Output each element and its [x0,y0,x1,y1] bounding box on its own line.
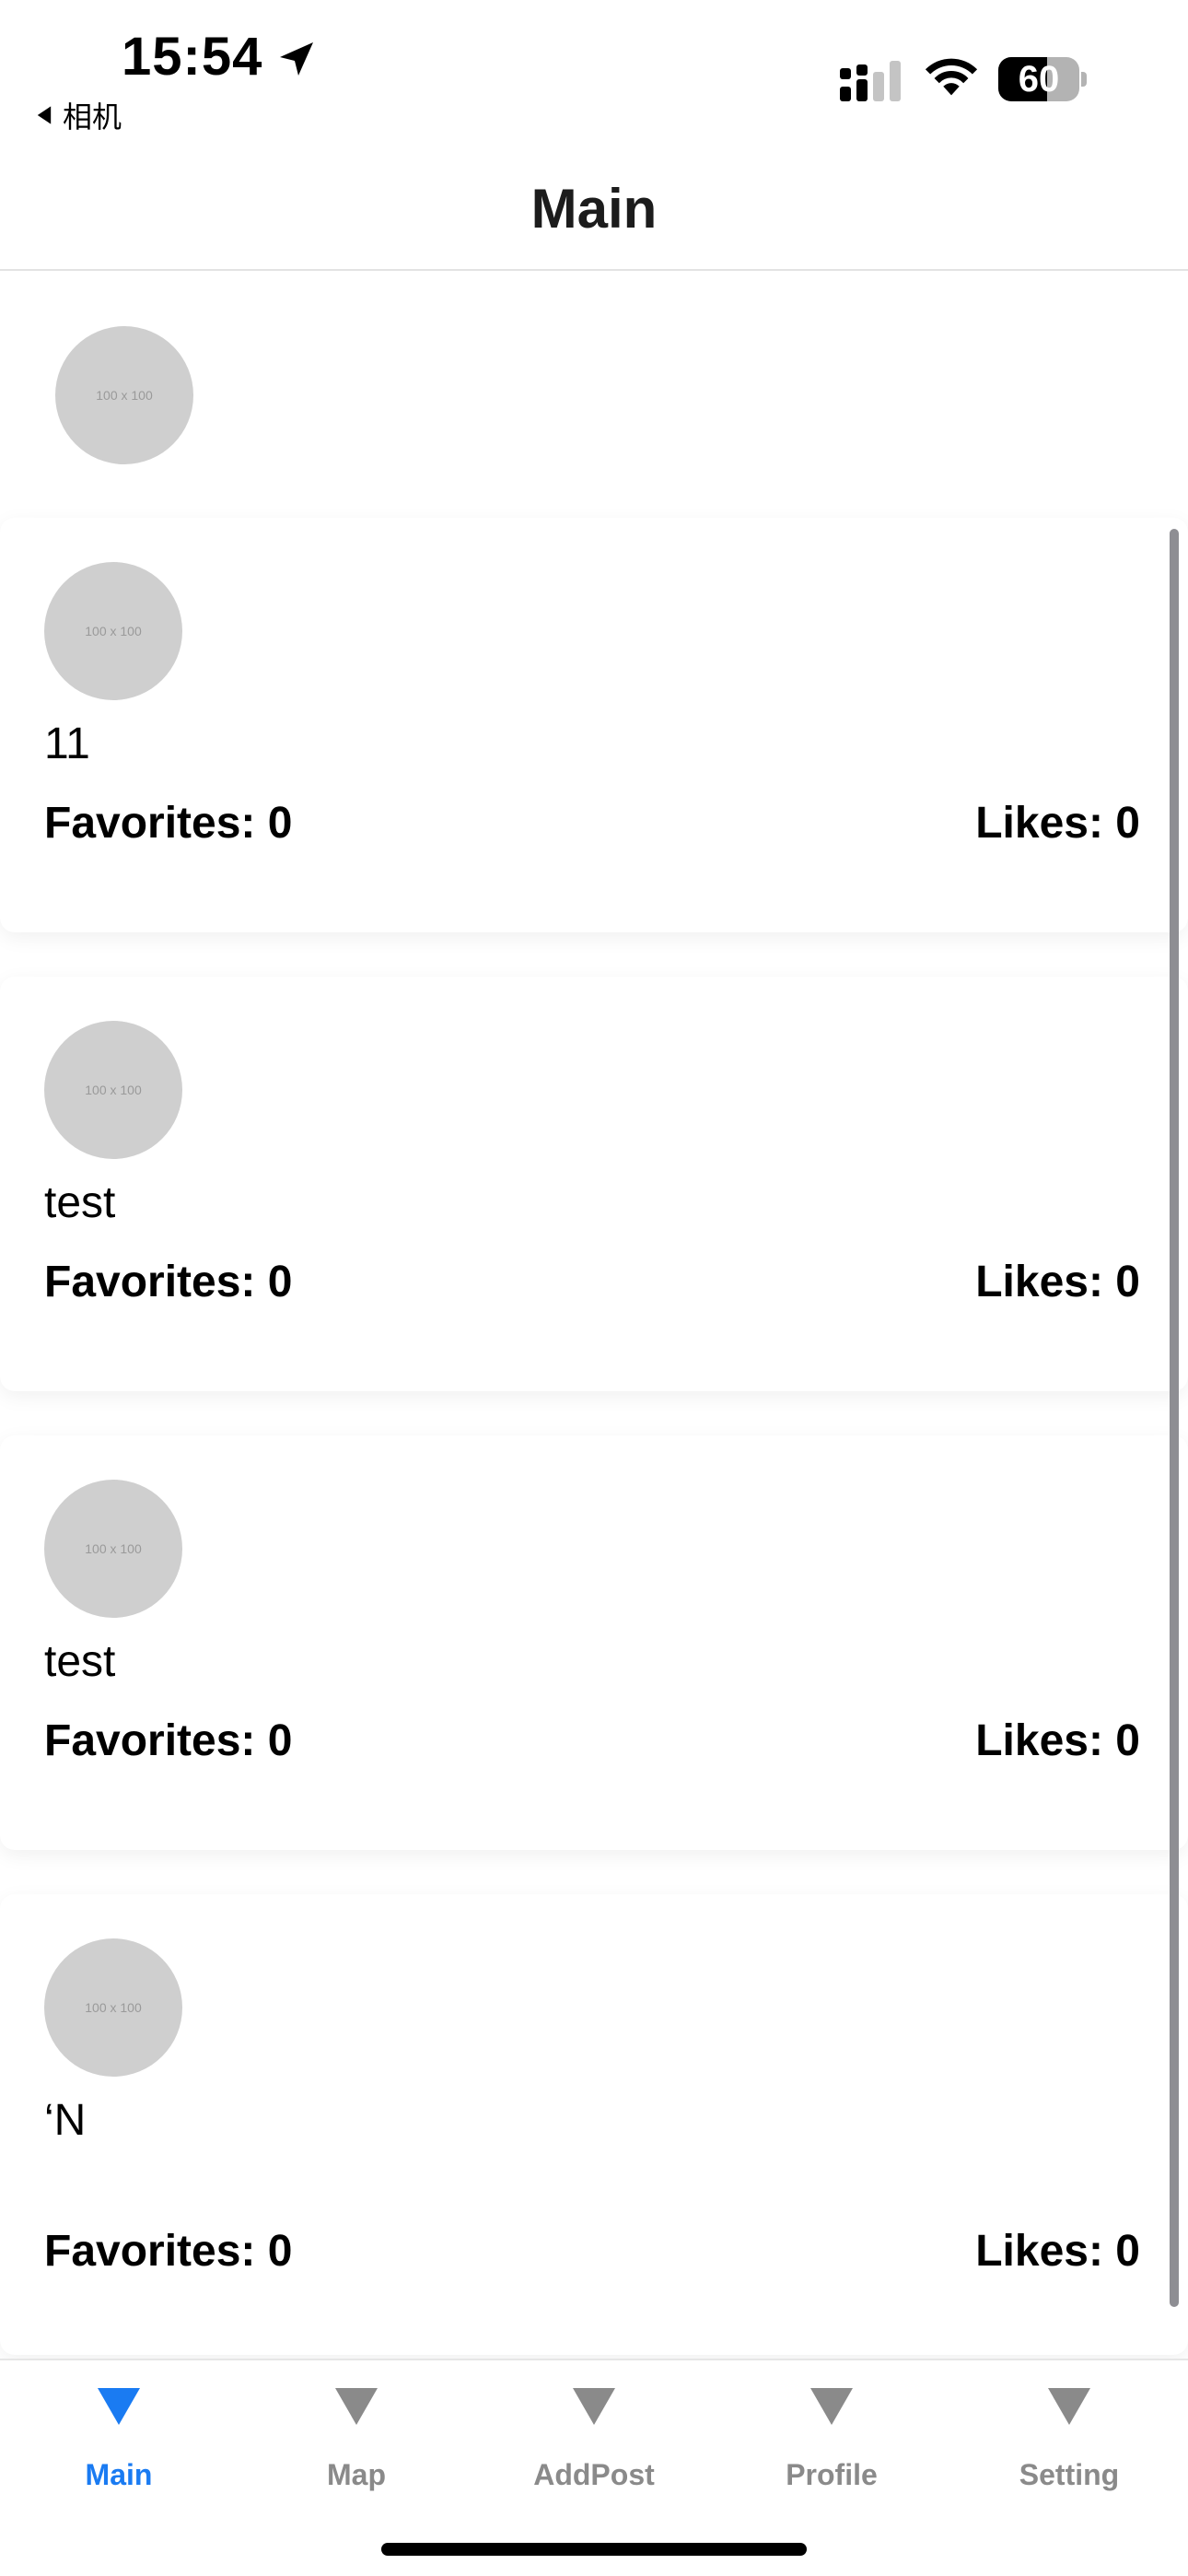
app-screen: 15:54 相机 60 Main 100 x 100 100 x 100 11 … [0,0,1188,2576]
navigation-header: Main [0,147,1188,271]
tab-label: Setting [1019,2458,1120,2491]
user-avatar-placeholder[interactable]: 100 x 100 [55,326,193,464]
likes-count: Likes: 0 [975,799,1140,848]
tab-map[interactable]: Map [238,2360,475,2508]
post-card[interactable]: 100 x 100 ‘N Favorites: 0 Likes: 0 [0,1894,1188,2355]
home-indicator[interactable] [381,2543,807,2556]
favorites-count: Favorites: 0 [44,1258,293,1306]
tab-label: Main [85,2458,153,2491]
down-triangle-icon [98,2388,140,2425]
battery-level: 60 [1018,58,1060,100]
page-title: Main [530,177,658,240]
tab-profile[interactable]: Profile [713,2360,950,2508]
post-image-placeholder: 100 x 100 [44,1480,182,1618]
post-title: test [44,1178,116,1227]
post-image-placeholder: 100 x 100 [44,1021,182,1159]
post-title: 11 [44,720,90,768]
placeholder-size-label: 100 x 100 [96,388,153,403]
down-triangle-icon [335,2388,378,2425]
post-card[interactable]: 100 x 100 11 Favorites: 0 Likes: 0 [0,518,1188,932]
back-app-label: 相机 [63,100,122,134]
location-arrow-icon [280,42,313,76]
post-card[interactable]: 100 x 100 test Favorites: 0 Likes: 0 [0,1435,1188,1850]
wifi-icon [925,58,978,96]
down-triangle-icon [1048,2388,1090,2425]
favorites-count: Favorites: 0 [44,799,293,848]
post-image-placeholder: 100 x 100 [44,1938,182,2077]
likes-count: Likes: 0 [975,1716,1140,1765]
placeholder-size-label: 100 x 100 [85,2000,142,2015]
likes-count: Likes: 0 [975,2227,1140,2276]
tab-setting[interactable]: Setting [950,2360,1188,2508]
battery-cap [1081,72,1087,87]
tab-main[interactable]: Main [0,2360,238,2508]
tab-label: Map [327,2458,386,2491]
battery-indicator: 60 [998,57,1079,101]
likes-count: Likes: 0 [975,1258,1140,1306]
post-title: test [44,1637,116,1686]
status-bar: 15:54 相机 60 [0,0,1188,147]
down-triangle-icon [573,2388,615,2425]
favorites-count: Favorites: 0 [44,2227,293,2276]
post-title: ‘N [44,2096,87,2145]
status-time: 15:54 [122,27,263,87]
placeholder-size-label: 100 x 100 [85,1541,142,1556]
post-card[interactable]: 100 x 100 test Favorites: 0 Likes: 0 [0,977,1188,1391]
tab-label: AddPost [533,2458,655,2491]
favorites-count: Favorites: 0 [44,1716,293,1765]
cellular-signal-icon [840,61,901,101]
tab-label: Profile [786,2458,878,2491]
back-triangle-icon [37,106,52,124]
tab-addpost[interactable]: AddPost [475,2360,713,2508]
placeholder-size-label: 100 x 100 [85,624,142,638]
post-image-placeholder: 100 x 100 [44,562,182,700]
vertical-scrollbar[interactable] [1170,529,1179,2307]
down-triangle-icon [810,2388,853,2425]
back-to-app-button[interactable]: 相机 [33,94,122,136]
placeholder-size-label: 100 x 100 [85,1083,142,1097]
